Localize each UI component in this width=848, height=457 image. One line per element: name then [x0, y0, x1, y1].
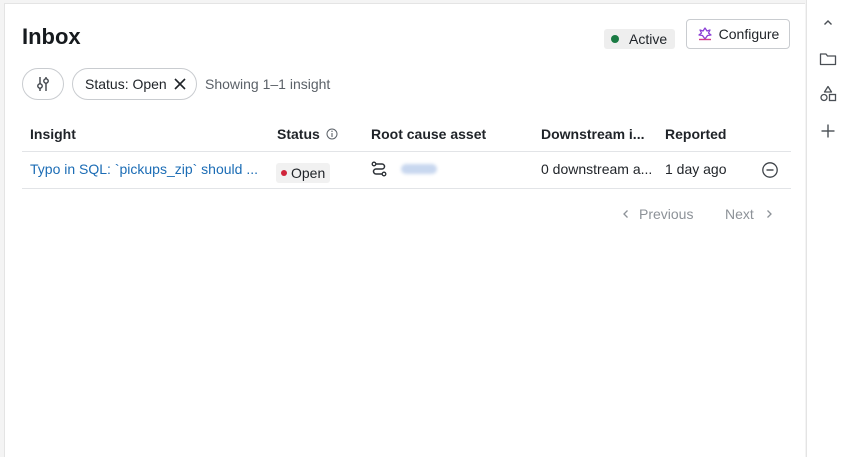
active-status-badge: Active	[604, 29, 676, 49]
column-header-status[interactable]: Status	[277, 126, 338, 142]
reported-time: 1 day ago	[665, 161, 727, 177]
filter-settings-button[interactable]	[22, 68, 64, 100]
table-row-divider	[22, 188, 791, 189]
redacted-asset-name[interactable]	[400, 164, 437, 175]
inbox-panel: Inbox Active Configure Status: Open Show…	[4, 3, 805, 457]
chevron-right-icon	[766, 210, 772, 218]
next-label: Next	[725, 206, 754, 222]
dismiss-button[interactable]	[761, 161, 779, 182]
info-icon[interactable]	[326, 128, 338, 140]
page-title: Inbox	[22, 24, 81, 49]
next-page-button[interactable]: Next	[725, 206, 774, 222]
plus-icon[interactable]	[807, 119, 848, 143]
sliders-icon	[37, 77, 49, 91]
configure-button[interactable]: Configure	[686, 19, 790, 49]
folder-icon[interactable]	[807, 47, 848, 71]
chevron-up-icon[interactable]	[807, 11, 848, 35]
shapes-icon[interactable]	[807, 82, 848, 106]
row-status-badge: Open	[276, 163, 331, 183]
status-dot-icon	[611, 35, 619, 43]
downstream-impact: 0 downstream a...	[541, 161, 653, 177]
column-header-reported[interactable]: Reported	[665, 126, 726, 142]
close-icon[interactable]	[173, 77, 187, 91]
status-filter-chip[interactable]: Status: Open	[72, 68, 197, 100]
column-header-status-label: Status	[277, 126, 320, 142]
column-header-root-cause[interactable]: Root cause asset	[371, 126, 486, 142]
configure-label: Configure	[718, 26, 780, 42]
minus-circle-icon	[762, 162, 778, 178]
root-cause-asset[interactable]	[371, 160, 437, 177]
configure-icon	[697, 27, 712, 41]
right-sidebar	[806, 0, 848, 457]
insight-link[interactable]: Typo in SQL: `pickups_zip` should ...	[30, 161, 258, 177]
row-status-label: Open	[291, 165, 326, 181]
previous-page-button[interactable]: Previous	[621, 206, 693, 222]
column-header-insight[interactable]: Insight	[30, 126, 76, 142]
results-count: Showing 1–1 insight	[205, 76, 331, 92]
previous-label: Previous	[639, 206, 694, 222]
status-filter-label: Status: Open	[85, 76, 167, 92]
chevron-left-icon	[623, 210, 628, 218]
active-status-label: Active	[629, 31, 668, 47]
open-status-dot-icon	[281, 170, 287, 176]
table-header-divider	[22, 151, 791, 152]
job-icon	[371, 161, 387, 177]
column-header-downstream[interactable]: Downstream i...	[541, 126, 644, 142]
table-row: Typo in SQL: `pickups_zip` should ...	[30, 161, 258, 177]
